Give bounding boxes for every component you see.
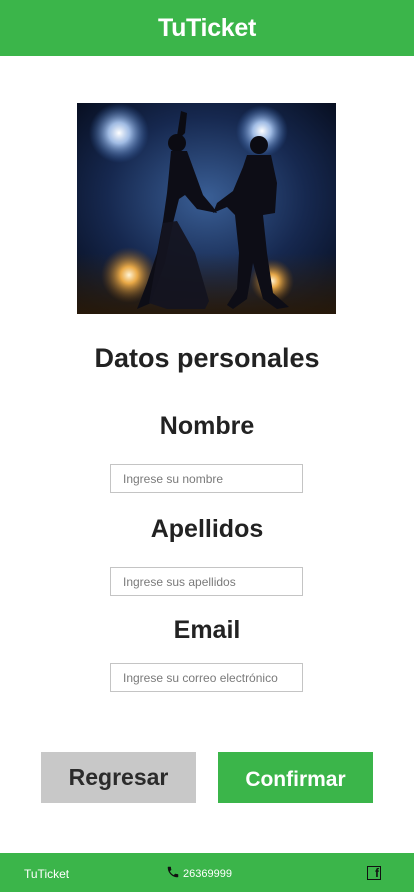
apellidos-label: Apellidos xyxy=(150,515,264,543)
confirm-button[interactable]: Confirmar xyxy=(218,752,373,803)
facebook-glyph: f xyxy=(375,866,379,880)
facebook-icon[interactable]: f xyxy=(367,866,381,880)
phone-icon xyxy=(166,865,180,882)
hero-image xyxy=(77,103,336,314)
app-title: TuTicket xyxy=(157,13,257,42)
app-footer: TuTicket 26369999 f xyxy=(0,853,414,892)
email-input[interactable] xyxy=(110,663,303,692)
phone-number: 26369999 xyxy=(183,867,232,880)
nombre-input[interactable] xyxy=(110,464,303,493)
form-title: Datos personales xyxy=(94,343,320,373)
back-button[interactable]: Regresar xyxy=(41,752,196,803)
footer-brand[interactable]: TuTicket xyxy=(24,867,69,881)
nombre-label: Nombre xyxy=(159,412,255,440)
app-header: TuTicket xyxy=(0,0,414,56)
email-label: Email xyxy=(173,616,241,644)
footer-phone[interactable]: 26369999 xyxy=(166,865,232,882)
dancers-photo xyxy=(77,103,336,314)
apellidos-input[interactable] xyxy=(110,567,303,596)
